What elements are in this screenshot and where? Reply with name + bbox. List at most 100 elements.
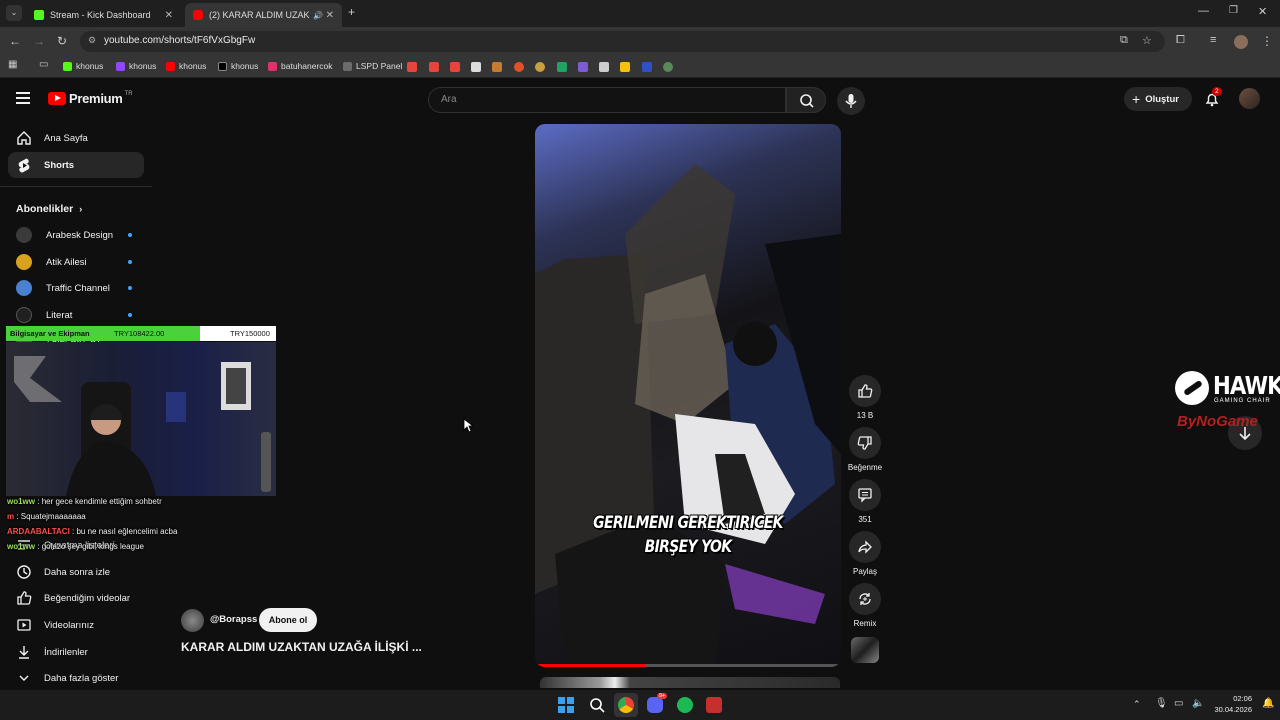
bookmark-instagram[interactable]: batuhanercok bbox=[268, 61, 333, 71]
restore-icon[interactable]: ❐ bbox=[1229, 5, 1238, 16]
sidebar-item-home[interactable]: Ana Sayfa bbox=[8, 125, 144, 151]
app-icon[interactable] bbox=[706, 697, 722, 713]
subscribe-button[interactable]: Abone ol bbox=[259, 608, 317, 632]
gmail-icon[interactable] bbox=[407, 62, 417, 72]
audio-playing-icon[interactable]: 🔊 bbox=[313, 11, 323, 20]
bookmark-lspd-panel[interactable]: LSPD Panel bbox=[343, 61, 402, 71]
thumbs-up-icon bbox=[849, 375, 881, 407]
shorts-video-player[interactable]: GERILMENI GEREKTIRICEK BIRŞEY YOK bbox=[535, 124, 841, 667]
sponsor-secondary: ByNoGame bbox=[1177, 413, 1258, 430]
bookmark-site-icon[interactable] bbox=[599, 62, 609, 72]
reload-icon[interactable]: ↻ bbox=[57, 34, 67, 48]
gmail-icon[interactable] bbox=[429, 62, 439, 72]
sidebar-item-your-videos[interactable]: Videolarınız bbox=[8, 612, 144, 638]
folder-icon[interactable]: ▭ bbox=[39, 59, 48, 70]
sidebar-item-shorts[interactable]: Shorts bbox=[8, 152, 144, 178]
bookmark-star-icon[interactable]: ☆ bbox=[1142, 34, 1152, 47]
close-tab-icon[interactable]: ✕ bbox=[326, 10, 334, 21]
tray-display-icon[interactable]: ▭ bbox=[1174, 698, 1183, 709]
channel-avatar bbox=[16, 227, 32, 243]
drive-icon[interactable] bbox=[620, 62, 630, 72]
sidebar-item-watch-later[interactable]: Daha sonra izle bbox=[8, 559, 144, 585]
bookmark-khonus-kick[interactable]: khonus bbox=[63, 61, 103, 71]
extensions-icon[interactable]: ⧠ bbox=[1176, 34, 1185, 47]
subscriptions-heading[interactable]: Abonelikler › bbox=[16, 203, 82, 215]
back-icon[interactable]: ← bbox=[9, 34, 21, 48]
subscription-item[interactable]: Traffic Channel bbox=[8, 275, 144, 301]
tab-search-icon[interactable]: ⌄ bbox=[6, 5, 22, 21]
bookmark-site-icon[interactable] bbox=[642, 62, 652, 72]
sidebar-item-liked-videos[interactable]: Beğendiğim videolar bbox=[8, 585, 144, 611]
account-avatar[interactable] bbox=[1239, 88, 1260, 109]
new-content-dot bbox=[128, 233, 132, 237]
sidebar-item-downloads[interactable]: İndirilenler bbox=[8, 639, 144, 665]
docs-icon[interactable] bbox=[471, 62, 481, 72]
start-windows-icon[interactable] bbox=[558, 697, 574, 713]
bookmark-site-icon[interactable] bbox=[578, 62, 588, 72]
comments-button[interactable]: 351 bbox=[849, 479, 881, 524]
subscription-item[interactable]: Atik Ailesi bbox=[8, 249, 144, 275]
menu-dots-icon[interactable]: ⋮ bbox=[1261, 34, 1273, 48]
close-tab-icon[interactable]: ✕ bbox=[165, 10, 173, 21]
minimize-icon[interactable]: — bbox=[1198, 5, 1209, 17]
tab-youtube-short[interactable]: (2) KARAR ALDIM UZAKTAN 🔊 ✕ bbox=[185, 3, 342, 27]
tray-mic-icon[interactable]: 🎙 bbox=[1155, 698, 1168, 709]
search-input[interactable]: Ara bbox=[428, 87, 786, 113]
hamburger-menu-icon[interactable] bbox=[16, 92, 30, 104]
download-icon bbox=[16, 644, 32, 660]
lspd-icon bbox=[343, 61, 352, 71]
gmail-icon[interactable] bbox=[450, 62, 460, 72]
subscription-item[interactable]: Arabesk Design bbox=[8, 222, 144, 248]
like-count: 13 B bbox=[856, 411, 874, 420]
site-info-icon[interactable]: ⚙ bbox=[88, 35, 96, 46]
voice-search-button[interactable] bbox=[837, 87, 865, 115]
bookmark-khonus-youtube[interactable]: khonus bbox=[166, 61, 206, 71]
streamer-webcam bbox=[6, 342, 276, 496]
search-button[interactable] bbox=[786, 87, 826, 113]
hawk-logo-icon bbox=[1175, 371, 1209, 405]
channel-handle[interactable]: @Borapss bbox=[210, 614, 257, 625]
sidebar-item-show-more[interactable]: Daha fazla göster bbox=[8, 665, 144, 691]
create-button[interactable]: + Oluştur bbox=[1124, 87, 1192, 111]
forward-icon[interactable]: → bbox=[33, 34, 45, 48]
remix-button[interactable]: Remix bbox=[849, 583, 881, 628]
cast-icon[interactable]: ⧉ bbox=[1120, 34, 1128, 47]
comment-icon bbox=[849, 479, 881, 511]
profile-avatar[interactable] bbox=[1234, 35, 1248, 49]
tab-kick-dashboard[interactable]: Stream - Kick Dashboard ✕ bbox=[26, 3, 181, 27]
notification-center-icon[interactable]: 🔔 bbox=[1262, 698, 1274, 709]
youtube-premium-logo[interactable]: Premium TR bbox=[48, 91, 133, 106]
notifications-button[interactable]: 2 bbox=[1203, 87, 1222, 108]
tray-volume-icon[interactable]: 🔈 bbox=[1192, 698, 1204, 709]
bookmark-site-icon[interactable] bbox=[663, 62, 673, 72]
spotify-icon[interactable] bbox=[677, 697, 693, 713]
dislike-button[interactable]: Beğenme bbox=[848, 427, 882, 472]
clock[interactable]: 02:06 30.04.2026 bbox=[1208, 693, 1252, 715]
discord-icon[interactable] bbox=[647, 697, 663, 713]
bookmark-khonus-twitch[interactable]: khonus bbox=[116, 61, 156, 71]
like-button[interactable]: 13 B bbox=[849, 375, 881, 420]
notification-badge: 2 bbox=[1212, 87, 1222, 96]
chrome-icon[interactable] bbox=[618, 697, 634, 713]
subscription-item[interactable]: Literat bbox=[8, 302, 144, 328]
bookmark-site-icon[interactable] bbox=[535, 62, 545, 72]
video-progress-track[interactable] bbox=[535, 664, 841, 667]
sheets-icon[interactable] bbox=[557, 62, 567, 72]
share-button[interactable]: Paylaş bbox=[849, 531, 881, 576]
short-title[interactable]: KARAR ALDIM UZAKTAN UZAĞA İLİŞKİ ... bbox=[181, 640, 422, 654]
media-control-icon[interactable]: ≡ bbox=[1210, 34, 1216, 46]
tray-chevron-icon[interactable]: ⌃ bbox=[1133, 699, 1141, 710]
bookmark-site-icon[interactable] bbox=[492, 62, 502, 72]
window-close-icon[interactable]: ✕ bbox=[1258, 5, 1267, 18]
sound-thumbnail[interactable] bbox=[851, 637, 879, 663]
bookmark-khonus-x[interactable]: khonus bbox=[218, 61, 258, 71]
new-tab-icon[interactable]: + bbox=[348, 5, 355, 19]
channel-avatar[interactable] bbox=[181, 609, 204, 632]
bookmark-site-icon[interactable] bbox=[514, 62, 524, 72]
next-short-preview[interactable] bbox=[540, 677, 840, 688]
url-field[interactable]: ⚙ youtube.com/shorts/tF6fVxGbgFw ⧉ ☆ bbox=[80, 31, 1165, 52]
thumbs-down-icon bbox=[849, 427, 881, 459]
taskbar-search-icon[interactable] bbox=[589, 697, 605, 713]
apps-grid-icon[interactable]: ▦ bbox=[8, 59, 17, 70]
thumbs-up-icon bbox=[16, 590, 32, 606]
